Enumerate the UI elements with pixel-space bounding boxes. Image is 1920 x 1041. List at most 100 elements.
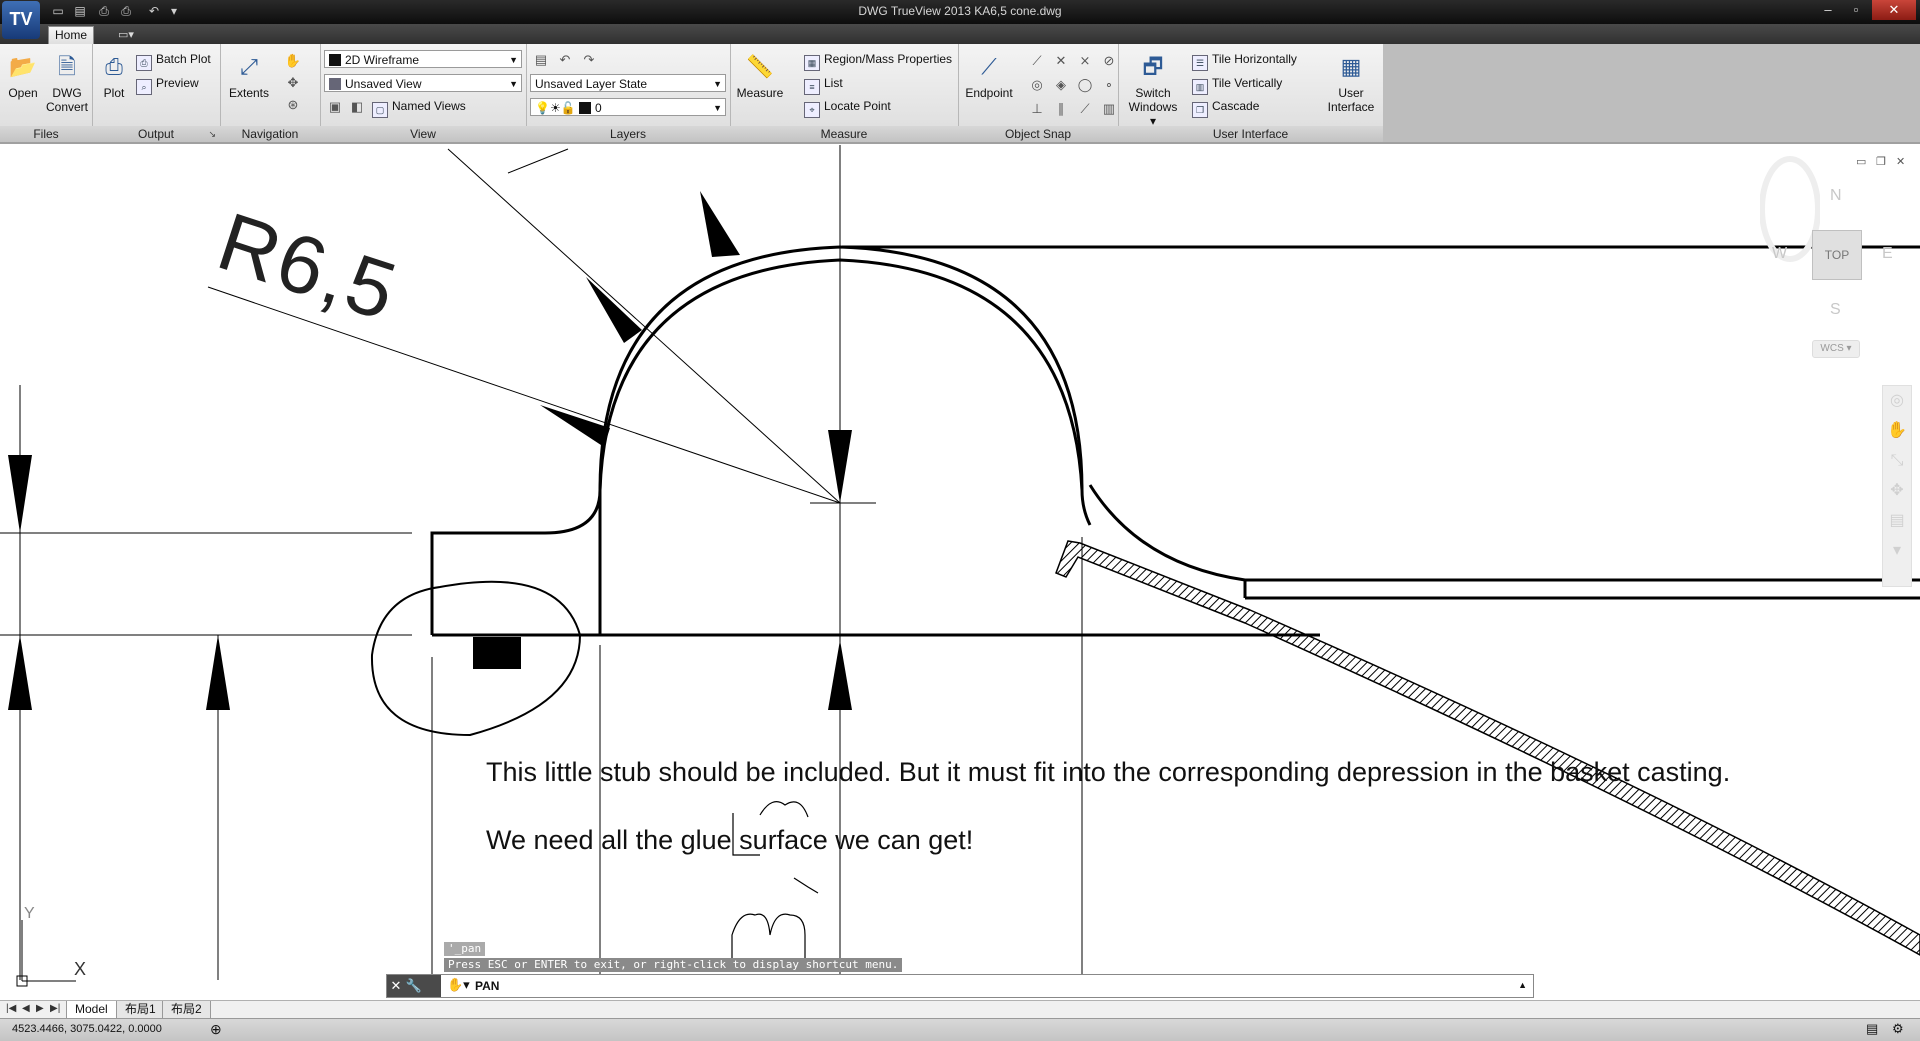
tile-vertically-button[interactable]: ▥ Tile Vertically (1192, 74, 1282, 95)
preview-button[interactable]: ⌕ Preview (136, 74, 199, 95)
chevron-down-icon: ▼ (713, 103, 722, 113)
saved-view-dropdown[interactable]: Unsaved View ▼ (324, 74, 522, 92)
note-line-1: This little stub should be included. But… (486, 757, 1731, 787)
tile-horizontally-button[interactable]: ☰ Tile Horizontally (1192, 50, 1297, 71)
pan-hand-icon[interactable]: ✋▾ (447, 977, 470, 993)
tab-layout2[interactable]: 布局2 (162, 1001, 211, 1019)
preview-icon: ⌕ (136, 79, 152, 95)
measure-button[interactable]: 📏 Measure (736, 52, 784, 100)
application-button[interactable]: TV (2, 1, 40, 39)
steering-wheel-icon[interactable]: ⊛ (282, 94, 304, 116)
viewcube[interactable]: N S E W TOP WCS ▾ (1760, 145, 1910, 375)
user-interface-icon: ▦ (1340, 54, 1362, 79)
snap-midpoint-icon[interactable]: ⟋ (1026, 50, 1048, 72)
status-bar: 4523.4466, 3075.0422, 0.0000 ⊕ ▤ ⚙ (0, 1018, 1920, 1041)
panel-title-layers: Layers (526, 126, 730, 142)
batch-plot-button[interactable]: ⎙ Batch Plot (136, 50, 211, 71)
panel-layers: ▤ ↶ ↷ Unsaved Layer State ▼ 💡☀🔓 0 ▼ Layers (526, 44, 731, 142)
visual-style-dropdown[interactable]: 2D Wireframe ▼ (324, 50, 522, 68)
panel-title-files: Files (0, 126, 92, 142)
close-window-button[interactable]: ✕ (1872, 0, 1916, 20)
pan-icon[interactable]: ✋ (282, 50, 304, 72)
extents-button[interactable]: ⤢ Extents (228, 52, 270, 100)
command-line[interactable]: ✕ 🔧 ✋▾ PAN ▲ (386, 974, 1534, 998)
zoom-icon[interactable]: ⤡ (1883, 446, 1911, 476)
switch-windows-button[interactable]: 🗗 Switch Windows ▾ (1124, 52, 1182, 128)
snap-intersection-icon[interactable]: ✕ (1050, 50, 1072, 72)
navbar-menu-icon[interactable]: ▾ (1883, 536, 1911, 566)
annotation-icon[interactable]: ▤ (1866, 1021, 1878, 1037)
tab-model[interactable]: Model (66, 1001, 117, 1019)
open-button[interactable]: 📂 Open (4, 52, 42, 100)
layer-dropdown[interactable]: 💡☀🔓 0 ▼ (530, 98, 726, 116)
steering-wheel-icon[interactable]: ◎ (1883, 386, 1911, 416)
navigation-bar: ◎ ✋ ⤡ ✥ ▤ ▾ (1882, 385, 1912, 587)
tab-layout1[interactable]: 布局1 (116, 1001, 165, 1019)
compass-south[interactable]: S (1830, 301, 1841, 319)
orbit-icon[interactable]: ✥ (282, 72, 304, 94)
viewport-icon[interactable]: ▣ (324, 96, 346, 118)
endpoint-button[interactable]: ⟋ Endpoint (962, 52, 1016, 100)
output-dialog-launcher-icon[interactable]: ↘ (208, 129, 216, 140)
layer-previous-icon[interactable]: ↶ (554, 49, 576, 71)
compass-west[interactable]: W (1772, 245, 1787, 263)
pan-icon[interactable]: ✋ (1883, 416, 1911, 446)
drawing-canvas[interactable]: R6,5 This little stub should be included… (0, 145, 1920, 1000)
next-layout-icon[interactable]: ▶ (36, 1003, 44, 1014)
snap-center-icon[interactable]: ◎ (1026, 74, 1048, 96)
region-mass-properties-button[interactable]: ▦ Region/Mass Properties (804, 50, 952, 71)
command-history-line: '_pan (444, 942, 486, 956)
viewcube-face-top[interactable]: TOP (1812, 230, 1862, 280)
command-input[interactable]: PAN (475, 979, 499, 993)
layer-state-dropdown[interactable]: Unsaved Layer State ▼ (530, 74, 726, 92)
snap-quadrant-icon[interactable]: ◈ (1050, 74, 1072, 96)
orbit-icon[interactable]: ✥ (1883, 476, 1911, 506)
tab-home[interactable]: Home (48, 26, 94, 45)
view-cube-toggle-icon[interactable]: ◧ (346, 96, 368, 118)
wrench-icon[interactable]: 🔧 (405, 975, 423, 997)
prev-layout-icon[interactable]: ◀ (22, 1003, 30, 1014)
snap-clear-icon[interactable]: ▥ (1098, 98, 1120, 120)
list-button[interactable]: ≡ List (804, 74, 843, 95)
snap-tangent-icon[interactable]: ◯ (1074, 74, 1096, 96)
command-line-controls: ✕ 🔧 (387, 975, 441, 997)
maximize-button[interactable]: ▫ (1842, 0, 1870, 20)
first-layout-icon[interactable]: |◀ (6, 1003, 16, 1014)
plot-button[interactable]: ⎙ Plot (96, 52, 132, 100)
command-prompt-line: Press ESC or ENTER to exit, or right-cli… (444, 958, 903, 972)
snap-node-icon[interactable]: ∘ (1098, 74, 1120, 96)
minimize-button[interactable]: – (1814, 0, 1842, 20)
showmotion-icon[interactable]: ▤ (1883, 506, 1911, 536)
panel-title-view: View (320, 126, 526, 142)
compass-north[interactable]: N (1830, 187, 1842, 205)
last-layout-icon[interactable]: ▶| (50, 1003, 60, 1014)
coordinate-readout: 4523.4466, 3075.0422, 0.0000 (12, 1023, 162, 1035)
close-icon[interactable]: ✕ (387, 975, 405, 997)
snap-nearest-icon[interactable]: ⟋ (1074, 98, 1096, 120)
snap-perpendicular-icon[interactable]: ⊥ (1026, 98, 1048, 120)
dwg-convert-button[interactable]: 🗎 DWG Convert (44, 52, 90, 114)
ribbon-minimize-icon[interactable]: ▭▾ (118, 28, 134, 41)
view-icon (329, 78, 341, 90)
cascade-button[interactable]: ❐ Cascade (1192, 97, 1259, 118)
command-history-toggle-icon[interactable]: ▲ (1518, 980, 1527, 990)
layer-properties-icon[interactable]: ▤ (530, 49, 552, 71)
panel-output: ⎙ Plot ⎙ Batch Plot ⌕ Preview Output ↘ (92, 44, 221, 142)
named-views-button[interactable]: ▢ Named Views (372, 97, 466, 118)
named-views-icon: ▢ (372, 102, 388, 118)
snap-parallel-icon[interactable]: ∥ (1050, 98, 1072, 120)
user-interface-button[interactable]: ▦ User Interface (1322, 52, 1380, 114)
layer-state-icon[interactable]: ↷ (578, 49, 600, 71)
mass-properties-icon: ▦ (804, 55, 820, 71)
ucs-x-label: X (74, 959, 87, 979)
compass-east[interactable]: E (1882, 245, 1893, 263)
panel-navigation: ⤢ Extents ✋ ✥ ⊛ Navigation (220, 44, 321, 142)
ucs-y-label: Y (24, 905, 35, 922)
endpoint-icon: ⟋ (981, 54, 997, 79)
snap-extension-icon[interactable]: ⊘ (1098, 50, 1120, 72)
snap-apparent-icon[interactable]: ⨯ (1074, 50, 1096, 72)
wcs-menu[interactable]: WCS ▾ (1812, 340, 1860, 358)
tray-settings-icon[interactable]: ⚙ (1892, 1021, 1904, 1037)
locate-point-button[interactable]: ⌖ Locate Point (804, 97, 891, 118)
model-space-icon[interactable]: ⊕ (210, 1021, 222, 1038)
